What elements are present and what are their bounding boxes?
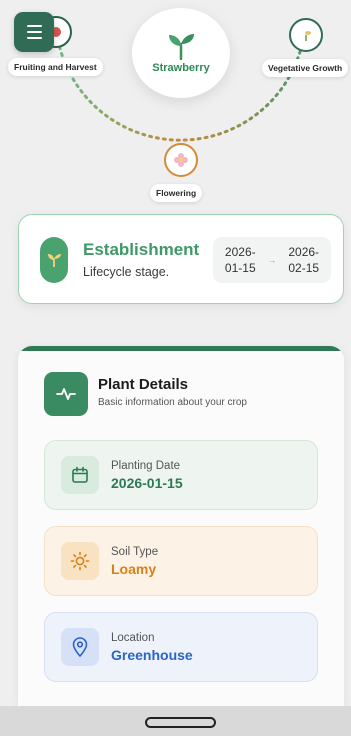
menu-line-icon [26,31,42,33]
planting-date-label: Planting Date [111,459,181,472]
stage-label-fruiting: Fruiting and Harvest [8,58,103,76]
plant-details-panel: Plant Details Basic information about yo… [18,346,344,706]
calendar-icon [61,456,99,494]
sprout-icon [305,31,311,41]
crop-center-node[interactable]: Strawberry [132,8,230,98]
soil-type-value: Loamy [111,560,157,577]
stage-date-range: 2026- 01-15 → 2026- 02-15 [213,237,331,283]
pulse-icon [44,372,88,416]
stage-start-date: 2026- 01-15 [224,245,256,275]
stage-label-flowering: Flowering [150,184,203,202]
stage-node-flowering[interactable] [164,143,198,177]
soil-type-label: Soil Type [111,545,159,558]
stage-subtitle: Lifecycle stage. [83,265,170,279]
location-item[interactable]: Location Greenhouse [44,612,318,682]
home-indicator[interactable] [145,717,216,728]
stage-end-date: 2026- 02-15 [288,245,320,275]
planting-date-value: 2026-01-15 [111,474,183,491]
location-value: Greenhouse [111,646,193,663]
menu-button[interactable] [14,12,54,52]
stage-title: Establishment [83,240,200,259]
soil-type-item[interactable]: Soil Type Loamy [44,526,318,596]
menu-line-icon [26,25,42,27]
arrow-right-icon: → [267,255,277,265]
menu-line-icon [26,37,42,39]
plant-details-title: Plant Details [98,376,189,393]
location-pin-icon [61,628,99,666]
plant-details-subtitle: Basic information about your crop [98,397,247,408]
flower-icon [174,153,188,167]
sun-icon [61,542,99,580]
stage-node-vegetative[interactable] [289,18,323,52]
app-screen: Fruiting and Harvest Strawberry Vegetati… [0,0,351,736]
seedling-badge-icon [40,237,68,283]
seedling-icon [169,34,194,60]
panel-accent-bar [18,346,344,351]
current-stage-card[interactable]: Establishment Lifecycle stage. 2026- 01-… [18,214,344,304]
planting-date-item[interactable]: Planting Date 2026-01-15 [44,440,318,510]
system-nav-bar [0,706,351,736]
stage-label-vegetative: Vegetative Growth [262,59,349,77]
crop-name: Strawberry [152,62,210,74]
location-label: Location [111,631,155,644]
